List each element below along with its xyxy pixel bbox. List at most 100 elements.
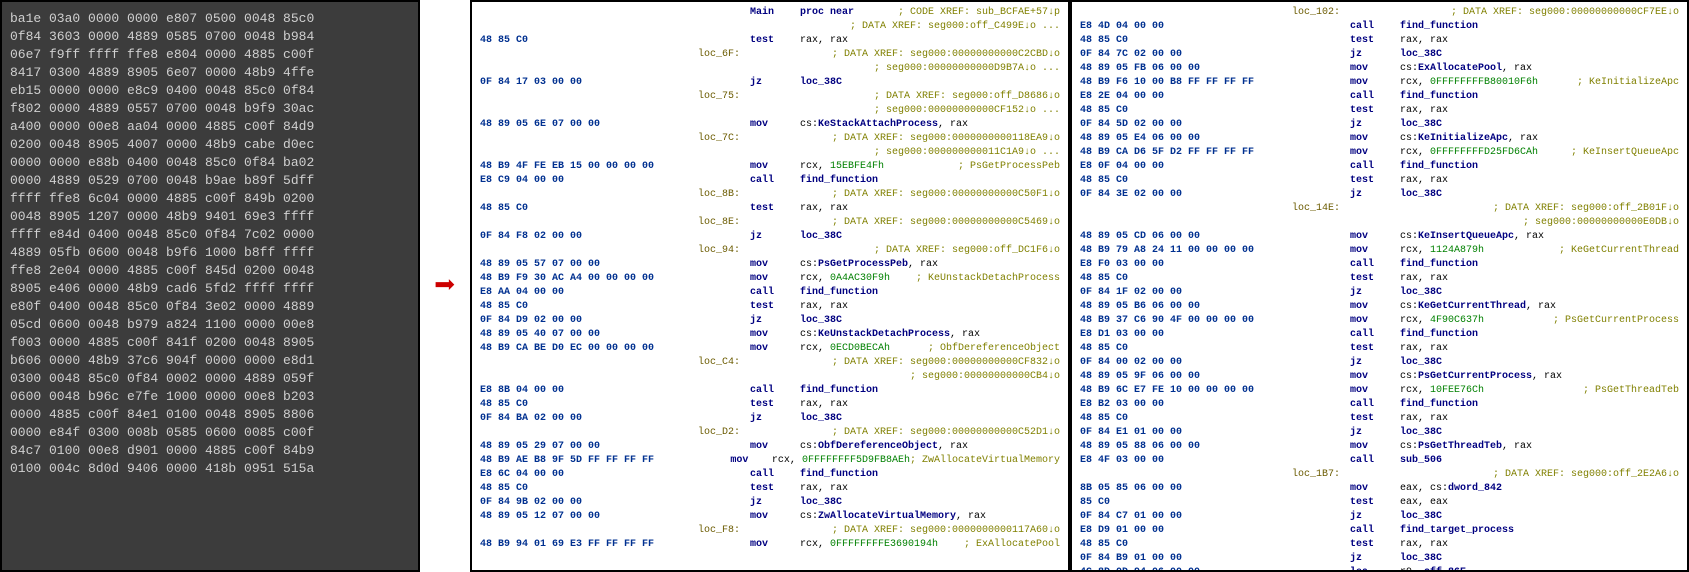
disassembly-panel-right[interactable]: loc_102:; DATA XREF: seg000:00000000000C… [1070, 0, 1689, 572]
asm-operand: find_function [1400, 160, 1679, 174]
asm-mnemonic: call [750, 174, 800, 188]
asm-mnemonic [750, 188, 800, 202]
asm-mnemonic: call [1350, 398, 1400, 412]
asm-mnemonic: mov [1350, 300, 1400, 314]
asm-operand: rcx, 0FFFFFFFFE3690194h [800, 538, 964, 552]
asm-row: 48 B9 37 C6 90 4F 00 00 00 00movrcx, 4F9… [1080, 314, 1679, 328]
asm-label [1260, 440, 1350, 454]
asm-row: E8 C9 04 00 00callfind_function [480, 174, 1060, 188]
asm-bytes: 48 B9 F9 30 AC A4 00 00 00 00 [480, 272, 660, 286]
asm-mnemonic: jz [1350, 426, 1400, 440]
asm-operand [1400, 6, 1451, 20]
asm-bytes: 0F 84 F8 02 00 00 [480, 230, 660, 244]
asm-mnemonic: mov [1350, 62, 1400, 76]
asm-mnemonic: call [750, 286, 800, 300]
asm-operand: rax, rax [1400, 34, 1679, 48]
asm-row: 48 85 C0testrax, rax [1080, 104, 1679, 118]
asm-operand: find_function [1400, 90, 1679, 104]
asm-row: 0F 84 1F 02 00 00jzloc_38C [1080, 286, 1679, 300]
asm-operand: rcx, 10FEE76Ch [1400, 384, 1583, 398]
asm-row: 48 B9 AE B8 9F 5D FF FF FF FFmovrcx, 0FF… [480, 454, 1060, 468]
asm-label [1260, 48, 1350, 62]
asm-row: 0F 84 5D 02 00 00jzloc_38C [1080, 118, 1679, 132]
asm-mnemonic: mov [1350, 384, 1400, 398]
asm-row: loc_6F:; DATA XREF: seg000:00000000000C2… [480, 48, 1060, 62]
asm-bytes: E8 D9 01 00 00 [1080, 524, 1260, 538]
hex-line: 4889 05fb 0600 0048 b9f6 1000 b8ff ffff [10, 244, 410, 262]
hex-line: 0048 8905 1207 0000 48b9 9401 69e3 ffff [10, 208, 410, 226]
asm-row: 48 B9 F6 10 00 B8 FF FF FF FFmovrcx, 0FF… [1080, 76, 1679, 90]
asm-bytes: E8 AA 04 00 00 [480, 286, 660, 300]
asm-comment: ; PsGetCurrentProcess [1553, 314, 1679, 328]
asm-bytes: 0F 84 D9 02 00 00 [480, 314, 660, 328]
asm-label [1260, 90, 1350, 104]
asm-mnemonic: test [1350, 412, 1400, 426]
asm-mnemonic: test [1350, 34, 1400, 48]
asm-label: loc_F8: [660, 524, 750, 538]
asm-mnemonic [750, 524, 800, 538]
asm-bytes: E8 D1 03 00 00 [1080, 328, 1260, 342]
asm-bytes: 48 B9 37 C6 90 4F 00 00 00 00 [1080, 314, 1260, 328]
asm-label [660, 468, 750, 482]
asm-mnemonic [1350, 468, 1400, 482]
asm-mnemonic: jz [750, 412, 800, 426]
asm-label [1260, 482, 1350, 496]
asm-row: 48 85 C0testrax, rax [480, 300, 1060, 314]
asm-label [1260, 300, 1350, 314]
asm-mnemonic: mov [750, 510, 800, 524]
asm-row: 48 85 C0testrax, rax [480, 482, 1060, 496]
asm-operand: find_function [1400, 398, 1679, 412]
asm-mnemonic: call [1350, 160, 1400, 174]
asm-mnemonic [750, 426, 800, 440]
asm-label [660, 230, 750, 244]
asm-mnemonic: call [1350, 454, 1400, 468]
asm-operand: cs:KeInitializeApc, rax [1400, 132, 1679, 146]
asm-operand: rax, rax [1400, 342, 1679, 356]
asm-mnemonic: mov [1350, 132, 1400, 146]
asm-comment: ; DATA XREF: seg000:off_D8686↓o [874, 90, 1060, 104]
asm-bytes [480, 132, 660, 146]
asm-row: loc_8E:; DATA XREF: seg000:00000000000C5… [480, 216, 1060, 230]
asm-bytes: 4C 8D 0D 94 06 00 00 [1080, 566, 1260, 572]
asm-operand: loc_38C [1400, 356, 1679, 370]
asm-operand: cs:PsGetCurrentProcess, rax [1400, 370, 1679, 384]
asm-label [660, 62, 750, 76]
asm-mnemonic [750, 62, 800, 76]
asm-label [1260, 384, 1350, 398]
asm-bytes: 48 89 05 57 07 00 00 [480, 258, 660, 272]
asm-operand: cs:ExAllocatePool, rax [1400, 62, 1679, 76]
asm-bytes: E8 4F 03 00 00 [1080, 454, 1260, 468]
asm-row: 48 85 C0testrax, rax [480, 34, 1060, 48]
asm-label [1260, 258, 1350, 272]
asm-bytes: 48 89 05 E4 06 00 00 [1080, 132, 1260, 146]
asm-bytes [480, 426, 660, 440]
asm-mnemonic: mov [750, 272, 800, 286]
asm-comment: ; DATA XREF: seg000:off_DC1F6↓o [874, 244, 1060, 258]
asm-mnemonic: jz [1350, 356, 1400, 370]
asm-row: loc_C4:; DATA XREF: seg000:00000000000CF… [480, 356, 1060, 370]
asm-mnemonic [750, 20, 800, 34]
asm-operand: rcx, 1124A879h [1400, 244, 1559, 258]
asm-label: loc_8B: [660, 188, 750, 202]
asm-comment: ; PsGetThreadTeb [1583, 384, 1679, 398]
hex-line: 0200 0048 8905 4007 0000 48b9 cabe d0ec [10, 136, 410, 154]
disassembly-panel-left[interactable]: Mainproc near; CODE XREF: sub_BCFAE+57↓p… [470, 0, 1070, 572]
asm-operand [800, 370, 910, 384]
asm-mnemonic: mov [1350, 76, 1400, 90]
asm-bytes [480, 20, 660, 34]
asm-operand: loc_38C [800, 496, 1060, 510]
asm-row: E8 8B 04 00 00callfind_function [480, 384, 1060, 398]
asm-comment: ; ObfDereferenceObject [928, 342, 1060, 356]
hex-dump-panel[interactable]: ba1e 03a0 0000 0000 e807 0500 0048 85c00… [0, 0, 420, 572]
hex-line: 0000 4889 0529 0700 0048 b9ae b89f 5dff [10, 172, 410, 190]
asm-bytes: 48 85 C0 [1080, 174, 1260, 188]
asm-row: 48 89 05 12 07 00 00movcs:ZwAllocateVirt… [480, 510, 1060, 524]
hex-line: 8905 e406 0000 48b9 cad6 5fd2 ffff ffff [10, 280, 410, 298]
asm-mnemonic: test [1350, 496, 1400, 510]
asm-row: E8 4D 04 00 00callfind_function [1080, 20, 1679, 34]
asm-bytes: E8 0F 04 00 00 [1080, 160, 1260, 174]
asm-mnemonic: mov [1350, 440, 1400, 454]
hex-line: b606 0000 48b9 37c6 904f 0000 0000 e8d1 [10, 352, 410, 370]
asm-label [660, 538, 750, 552]
asm-comment: ; DATA XREF: seg000:00000000000C2CBD↓o [832, 48, 1060, 62]
